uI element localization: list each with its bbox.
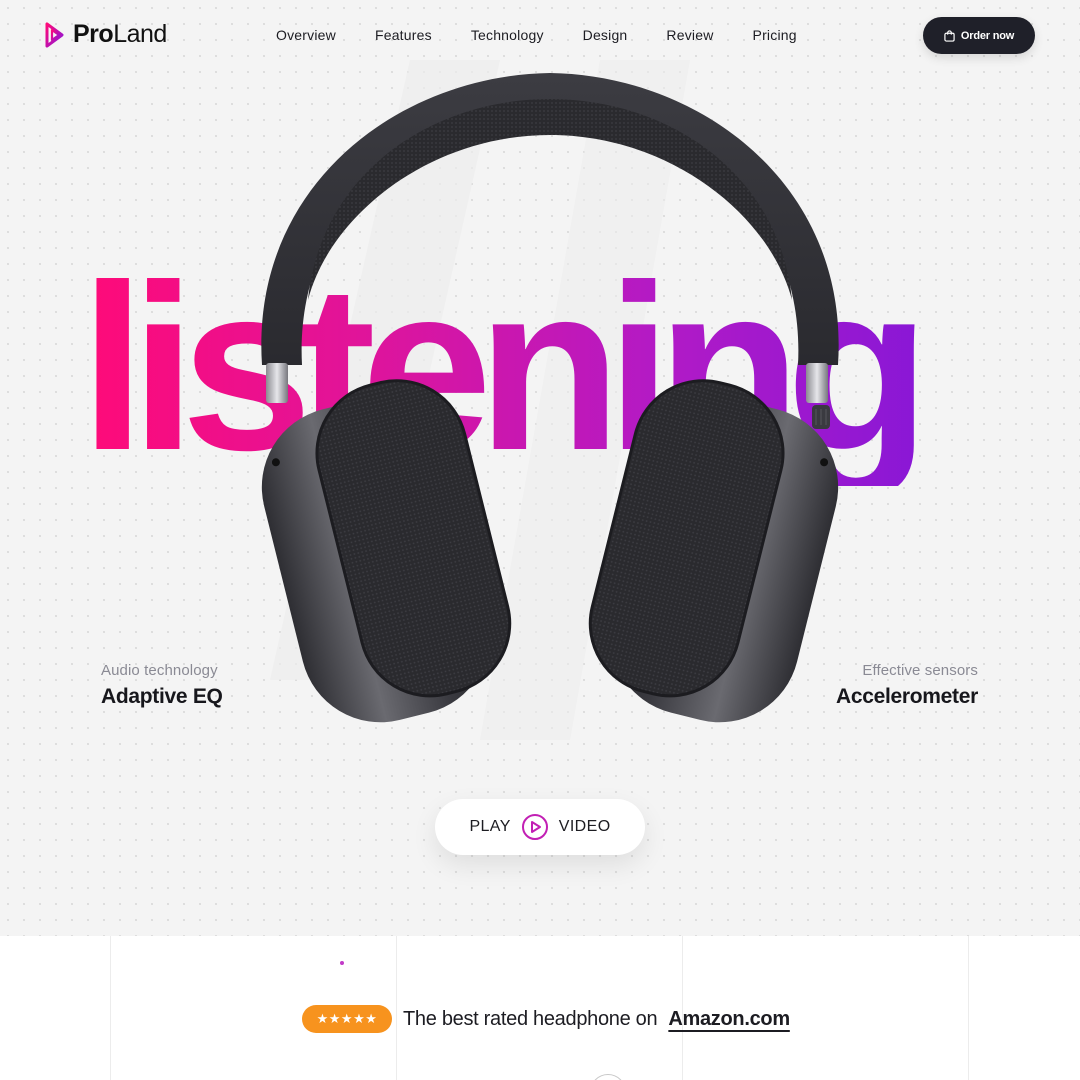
rating-text: The best rated headphone on	[403, 1007, 658, 1030]
amazon-link[interactable]: Amazon.com	[668, 1008, 790, 1031]
brand-name: ProLand	[73, 20, 167, 48]
main-nav: Overview Features Technology Design Revi…	[276, 27, 797, 43]
scroll-indicator[interactable]	[590, 1074, 626, 1080]
feature-adaptive-eq: Audio technology Adaptive EQ	[101, 662, 223, 709]
star-rating-badge: ★★★★★	[302, 1005, 392, 1033]
nav-item-overview[interactable]: Overview	[276, 27, 336, 43]
feature-title: Accelerometer	[835, 685, 978, 708]
nav-item-design[interactable]: Design	[583, 27, 628, 43]
shopping-bag-icon	[944, 29, 955, 42]
accent-dot	[340, 961, 344, 965]
divider	[110, 936, 111, 1080]
nav-item-technology[interactable]: Technology	[471, 27, 544, 43]
hero-section: ProLand Overview Features Technology Des…	[0, 0, 1080, 936]
nav-item-review[interactable]: Review	[666, 27, 713, 43]
nav-item-features[interactable]: Features	[375, 27, 432, 43]
nav-item-pricing[interactable]: Pricing	[753, 27, 797, 43]
rating-row: ★★★★★ The best rated headphone on Amazon…	[302, 1005, 790, 1033]
feature-accelerometer: Effective sensors Accelerometer	[836, 662, 978, 709]
feature-subtitle: Audio technology	[101, 662, 218, 679]
order-now-button[interactable]: Order now	[923, 17, 1035, 54]
feature-subtitle: Effective sensors	[862, 662, 978, 679]
headphone-image	[261, 73, 839, 723]
divider	[968, 936, 969, 1080]
rating-section: ★★★★★ The best rated headphone on Amazon…	[0, 936, 1080, 1080]
play-icon	[521, 814, 548, 840]
feature-title: Adaptive EQ	[101, 685, 223, 708]
brand-logo[interactable]: ProLand	[44, 20, 167, 49]
play-video-button[interactable]: PLAY VIDEO	[435, 799, 645, 855]
order-now-label: Order now	[960, 29, 1015, 42]
logo-icon	[45, 22, 64, 47]
play-label: PLAY	[469, 818, 511, 835]
video-label: VIDEO	[558, 818, 611, 835]
